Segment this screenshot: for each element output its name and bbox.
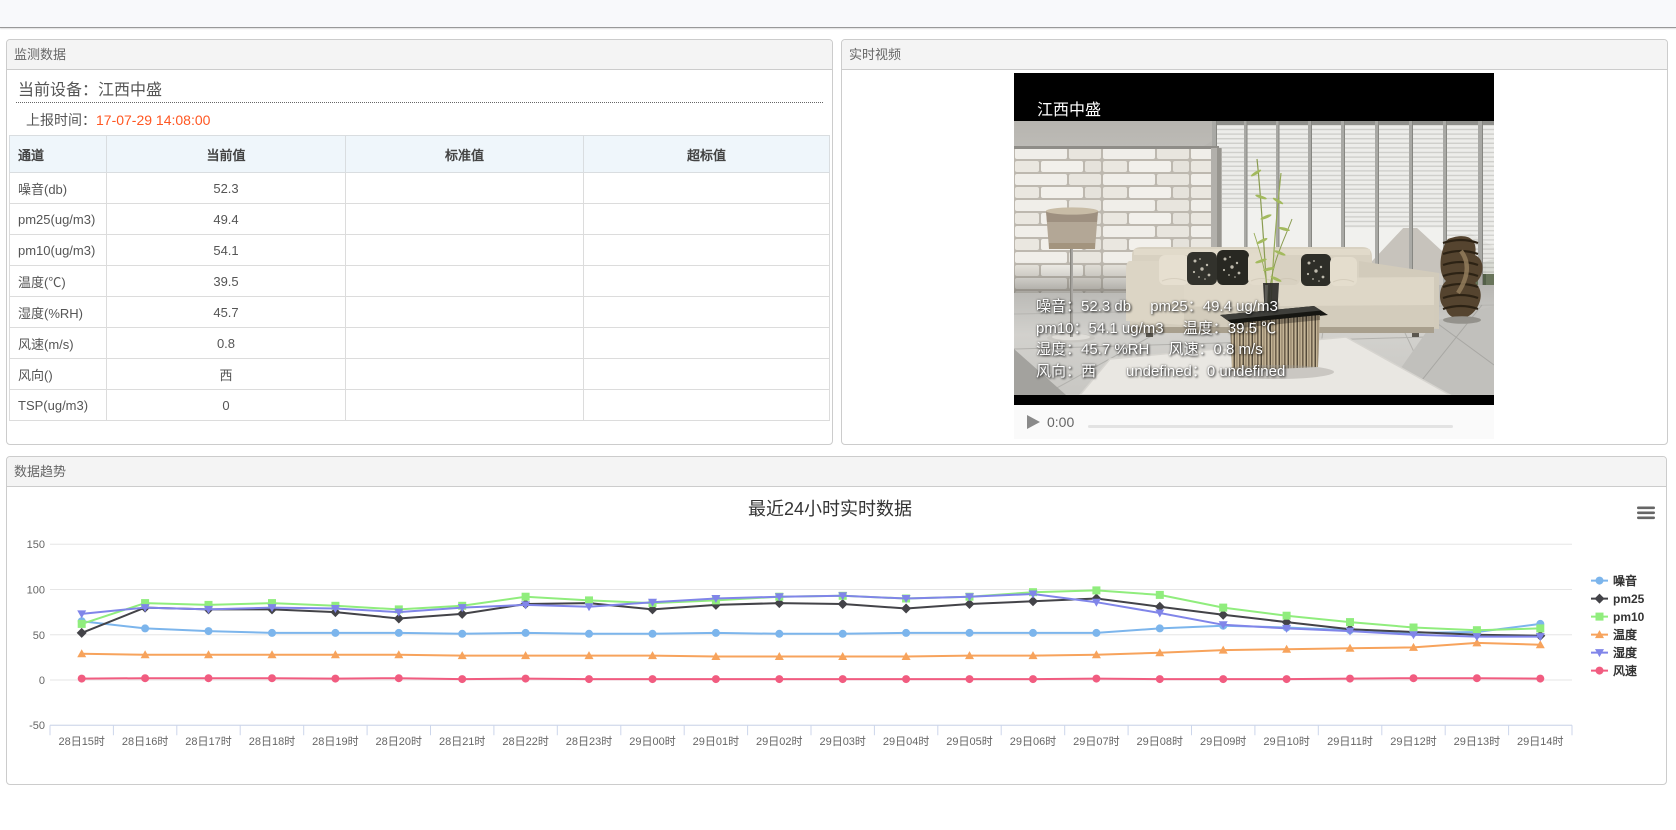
svg-text:29日06时: 29日06时 (1010, 735, 1056, 748)
svg-text:29日10时: 29日10时 (1263, 735, 1309, 748)
svg-text:29日04时: 29日04时 (883, 735, 929, 748)
svg-text:28日21时: 28日21时 (439, 735, 485, 748)
svg-text:pm10: pm10 (1613, 610, 1645, 624)
svg-text:28日22时: 28日22时 (502, 735, 548, 748)
svg-text:29日12时: 29日12时 (1390, 735, 1436, 748)
svg-text:29日14时: 29日14时 (1517, 735, 1563, 748)
svg-text:29日00时: 29日00时 (629, 735, 675, 748)
svg-text:28日15时: 28日15时 (58, 735, 104, 748)
svg-text:29日13时: 29日13时 (1454, 735, 1500, 748)
svg-text:50: 50 (33, 630, 45, 642)
svg-text:pm25: pm25 (1613, 592, 1645, 606)
svg-text:150: 150 (27, 539, 45, 551)
svg-text:28日16时: 28日16时 (122, 735, 168, 748)
svg-text:29日05时: 29日05时 (946, 735, 992, 748)
svg-text:最近24小时实时数据: 最近24小时实时数据 (748, 499, 912, 519)
svg-text:湿度: 湿度 (1613, 645, 1638, 660)
svg-text:温度: 温度 (1613, 627, 1638, 642)
svg-text:28日17时: 28日17时 (185, 735, 231, 748)
svg-text:29日11时: 29日11时 (1327, 735, 1373, 748)
svg-text:29日02时: 29日02时 (756, 735, 802, 748)
svg-text:28日18时: 28日18时 (249, 735, 295, 748)
svg-text:29日07时: 29日07时 (1073, 735, 1119, 748)
svg-text:29日01时: 29日01时 (693, 735, 739, 748)
svg-text:100: 100 (27, 585, 45, 597)
svg-text:28日23时: 28日23时 (566, 735, 612, 748)
svg-text:29日08时: 29日08时 (1137, 735, 1183, 748)
svg-text:28日19时: 28日19时 (312, 735, 358, 748)
svg-text:噪音: 噪音 (1613, 573, 1637, 588)
svg-text:0: 0 (39, 675, 45, 687)
svg-text:-50: -50 (29, 720, 45, 732)
svg-text:风速: 风速 (1613, 663, 1637, 678)
svg-text:29日03时: 29日03时 (819, 735, 865, 748)
svg-text:29日09时: 29日09时 (1200, 735, 1246, 748)
svg-text:28日20时: 28日20时 (376, 735, 422, 748)
